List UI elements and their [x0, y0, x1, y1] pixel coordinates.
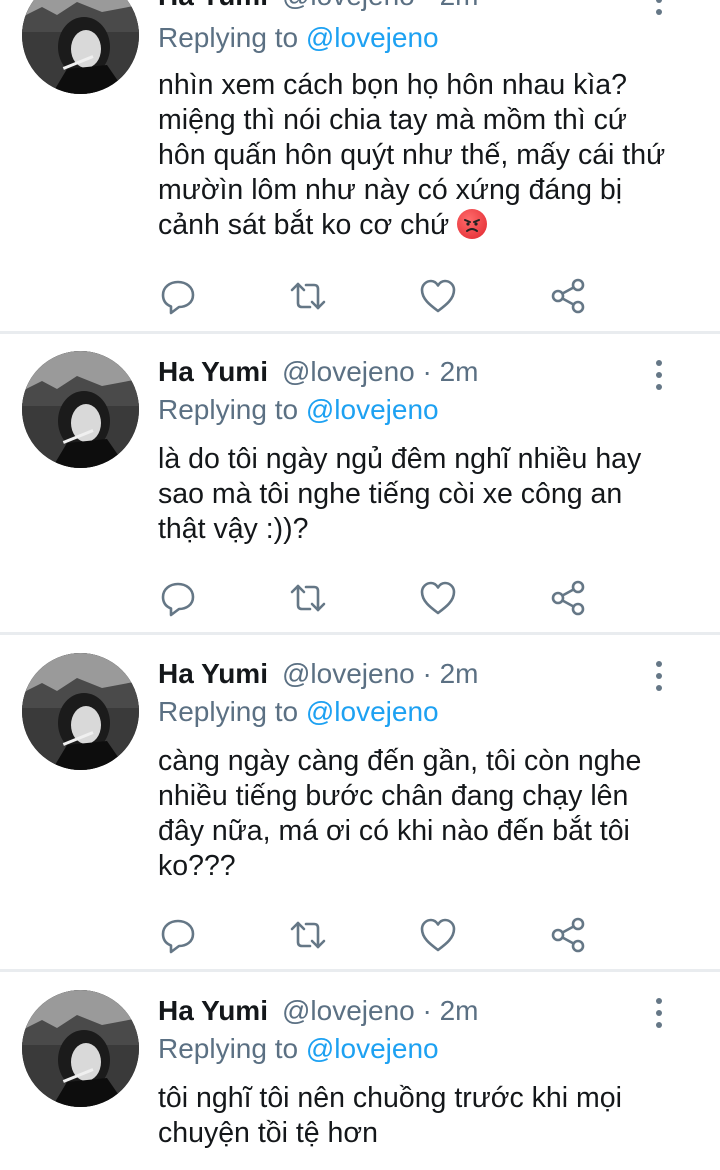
- replying-to: Replying to @lovejeno: [158, 696, 439, 728]
- replying-to: Replying to @lovejeno: [158, 1033, 439, 1065]
- tweet-header: Ha Yumi @lovejeno · 2m: [158, 356, 479, 392]
- more-options-icon[interactable]: [650, 0, 668, 17]
- tweet-header: Ha Yumi @lovejeno · 2m: [158, 0, 479, 16]
- tweet-header: Ha Yumi @lovejeno · 2m: [158, 658, 479, 694]
- replying-label: Replying to: [158, 1033, 299, 1064]
- like-icon[interactable]: [418, 578, 458, 618]
- mention-link[interactable]: @lovejeno: [306, 394, 439, 425]
- tweet[interactable]: Ha Yumi @lovejeno · 2m Replying to @lovej…: [0, 635, 720, 970]
- replying-label: Replying to: [158, 22, 299, 53]
- reply-icon[interactable]: [158, 915, 198, 955]
- mention-link[interactable]: @lovejeno: [306, 22, 439, 53]
- avatar[interactable]: [22, 653, 139, 770]
- handle-time[interactable]: @lovejeno · 2m: [282, 0, 479, 11]
- tweet-text: nhìn xem cách bọn họ hôn nhau kìa? miệng…: [158, 68, 673, 243]
- replying-to: Replying to @lovejeno: [158, 22, 439, 54]
- tweet-actions: [0, 915, 720, 955]
- share-icon[interactable]: [549, 276, 589, 316]
- mention-link[interactable]: @lovejeno: [306, 1033, 439, 1064]
- angry-face-icon: [457, 209, 488, 239]
- tweet-text: tôi nghĩ tôi nên chuồng trước khi mọi ch…: [158, 1082, 622, 1149]
- like-icon[interactable]: [418, 915, 458, 955]
- tweet[interactable]: Ha Yumi @lovejeno · 2m Replying to @lovej…: [0, 334, 720, 633]
- more-options-icon[interactable]: [650, 358, 668, 392]
- tweet-actions: [0, 578, 720, 618]
- avatar-photo: [22, 351, 139, 468]
- handle-time[interactable]: @lovejeno · 2m: [282, 658, 479, 689]
- tweet-text: là do tôi ngày ngủ đêm nghĩ nhiều hay sa…: [158, 443, 642, 545]
- retweet-icon[interactable]: [288, 276, 328, 316]
- retweet-icon[interactable]: [288, 578, 328, 618]
- replying-label: Replying to: [158, 394, 299, 425]
- avatar[interactable]: [22, 351, 139, 468]
- avatar[interactable]: [22, 990, 139, 1107]
- display-name[interactable]: Ha Yumi: [158, 658, 268, 689]
- handle-time[interactable]: @lovejeno · 2m: [282, 356, 479, 387]
- retweet-icon[interactable]: [288, 915, 328, 955]
- tweet[interactable]: Ha Yumi @lovejeno · 2m Replying to @lovej…: [0, 972, 720, 1170]
- share-icon[interactable]: [549, 578, 589, 618]
- tweet-header: Ha Yumi @lovejeno · 2m: [158, 995, 479, 1031]
- like-icon[interactable]: [418, 276, 458, 316]
- avatar-photo: [22, 0, 139, 94]
- more-options-icon[interactable]: [650, 659, 668, 693]
- handle-time[interactable]: @lovejeno · 2m: [282, 995, 479, 1026]
- tweet[interactable]: Ha Yumi @lovejeno · 2m Replying to @lovej…: [0, 0, 720, 333]
- avatar-photo: [22, 653, 139, 770]
- tweet-text-content: nhìn xem cách bọn họ hôn nhau kìa? miệng…: [158, 69, 666, 241]
- more-options-icon[interactable]: [650, 996, 668, 1030]
- display-name[interactable]: Ha Yumi: [158, 356, 268, 387]
- reply-icon[interactable]: [158, 276, 198, 316]
- mention-link[interactable]: @lovejeno: [306, 696, 439, 727]
- avatar-photo: [22, 990, 139, 1107]
- tweet-actions: [0, 276, 720, 316]
- share-icon[interactable]: [549, 915, 589, 955]
- display-name[interactable]: Ha Yumi: [158, 0, 268, 11]
- replying-label: Replying to: [158, 696, 299, 727]
- reply-icon[interactable]: [158, 578, 198, 618]
- replying-to: Replying to @lovejeno: [158, 394, 439, 426]
- avatar[interactable]: [22, 0, 139, 94]
- display-name[interactable]: Ha Yumi: [158, 995, 268, 1026]
- tweet-text: càng ngày càng đến gần, tôi còn nghe nhi…: [158, 745, 642, 882]
